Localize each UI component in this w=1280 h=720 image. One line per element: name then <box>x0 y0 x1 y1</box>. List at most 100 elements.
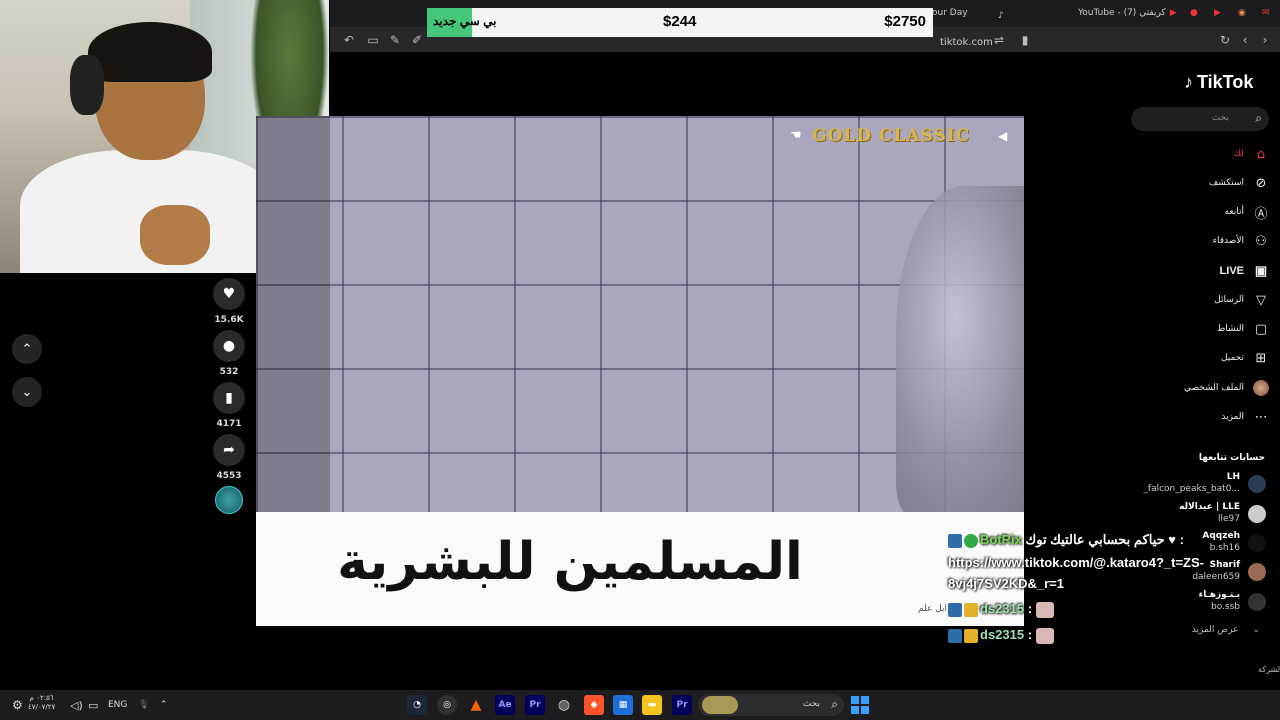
see-more-button[interactable]: عرض المزيد ⌄ <box>1192 625 1260 635</box>
nav-live[interactable]: LIVE ▣ <box>1130 260 1270 282</box>
tab-youtube[interactable]: YouTube - (7) كريفتي ▶ <box>1078 4 1177 22</box>
pr-label: Pr <box>676 700 688 710</box>
url-text[interactable]: tiktok.com <box>940 33 993 51</box>
nav-activity[interactable]: النشاط ▢ <box>1130 318 1270 340</box>
following-item[interactable]: بـتـوزهـاء bo.ssb <box>1136 589 1266 617</box>
premiere2-app[interactable]: Pr <box>672 695 692 715</box>
mod-badge-icon <box>948 628 962 643</box>
chrome-app[interactable]: ◍ <box>554 695 574 715</box>
follow-handle: _falcon_peaks_bat0... <box>1143 484 1240 494</box>
tab-label: our Day <box>932 8 968 18</box>
profile-avatar <box>1252 379 1270 397</box>
steam-app[interactable]: ◔ <box>407 695 427 715</box>
search-highlight-art <box>702 696 738 714</box>
volume-tray-icon[interactable]: ◁) <box>70 696 83 714</box>
nav-following[interactable]: أتابعه Ⓐ <box>1130 201 1270 223</box>
brave-tab-icon[interactable]: ◉ <box>1238 4 1246 22</box>
chat-message: ds2315 : <box>948 627 1055 644</box>
chat-message: 8vj4j7SV2KD&_r=1 <box>948 576 1064 591</box>
tiktok-note-icon: ♪ <box>1184 72 1193 92</box>
chat-text: 8vj4j7SV2KD&_r=1 <box>948 576 1064 591</box>
reload-icon[interactable]: ↻ <box>1218 33 1232 47</box>
chevron-down-icon: ⌄ <box>1252 625 1260 635</box>
footer-company[interactable]: الشركة <box>1258 665 1280 674</box>
youtube-tab-icon[interactable]: ▶ <box>1214 4 1221 22</box>
video-player[interactable]: GOLD CLASSIC ☚ ◀ المسلمين للبشرية ابل عل… <box>256 116 1024 626</box>
explorer-app[interactable]: ▬ <box>642 695 662 715</box>
friends-icon: ⚇ <box>1255 233 1267 249</box>
nav-label: استكشف <box>1208 178 1244 188</box>
nav-explore[interactable]: استكشف ⊘ <box>1130 172 1270 194</box>
vlc-app[interactable]: ▲ <box>466 695 486 715</box>
follow-name: Sharif <box>1209 560 1240 570</box>
share-count: 4553 <box>216 471 242 481</box>
screen-icon[interactable]: ▭ <box>366 33 380 47</box>
follow-handle: bo.ssb <box>1210 602 1240 612</box>
nav-label: النشاط <box>1216 324 1244 334</box>
creator-avatar[interactable] <box>215 486 243 514</box>
live-icon: ▣ <box>1254 263 1268 278</box>
site-settings-icon[interactable]: ⇌ <box>992 33 1006 47</box>
video-caption: المسلمين للبشرية <box>337 532 803 592</box>
nav-profile[interactable]: الملف الشخصي <box>1130 377 1270 399</box>
search-placeholder: بحث <box>1211 113 1229 123</box>
pen-icon[interactable]: ✎ <box>388 33 402 47</box>
avatar <box>1248 534 1266 552</box>
volume-icon[interactable]: ◀ <box>998 129 1012 143</box>
bookmark-action[interactable]: ▮ 4171 <box>213 382 245 429</box>
obs-app[interactable]: ◎ <box>437 695 457 715</box>
tab-our-day[interactable]: our Day <box>932 4 968 22</box>
tiktok-logo[interactable]: ♪ TikTok <box>1184 72 1253 93</box>
chat-text: https://www.tiktok.com/@.kataro4?_t=ZS- <box>948 555 1204 570</box>
tray-overflow-icon[interactable]: ⌃ <box>160 696 168 714</box>
nav-friends[interactable]: الأصدقاء ⚇ <box>1130 230 1270 252</box>
video-brand: GOLD CLASSIC <box>812 126 971 146</box>
mic-tray-icon[interactable]: 🎙 <box>138 696 149 714</box>
share-action[interactable]: ➦ 4553 <box>213 434 245 481</box>
avatar <box>1248 563 1266 581</box>
bookmark-page-icon[interactable]: ▮ <box>1018 33 1032 47</box>
clock[interactable]: ٠٢:٥٦ م ٤٧/٠٧/٢٧ <box>28 694 55 712</box>
chat-message: BotRix حياكم بحسابي عالتيك توك ♥ : <box>948 532 1184 548</box>
premiere-app[interactable]: Pr <box>525 695 545 715</box>
follow-name: عبدالاله | LLE <box>1179 502 1240 512</box>
obs-icon: ◎ <box>443 700 451 710</box>
comment-icon[interactable]: ● <box>213 330 245 362</box>
share-icon[interactable]: ➦ <box>213 434 245 466</box>
network-tray-icon[interactable]: ▭ <box>88 696 98 714</box>
brave-app[interactable]: ◆ <box>584 695 604 715</box>
settings-tray-icon[interactable]: ⚙ <box>12 696 23 714</box>
follow-name: بـتـوزهـاء <box>1198 590 1240 600</box>
search-input[interactable]: بحث ⌕ <box>1131 107 1269 131</box>
bookmark-icon[interactable]: ▮ <box>213 382 245 414</box>
search-icon[interactable]: ⌕ <box>1255 111 1262 126</box>
language-indicator[interactable]: ENG <box>108 696 127 714</box>
after-effects-app[interactable]: Ae <box>495 695 515 715</box>
comment-action[interactable]: ● 532 <box>213 330 245 377</box>
chevron-up-icon: ⌃ <box>21 341 33 357</box>
forward-icon[interactable]: › <box>1258 33 1272 47</box>
pinned-tab-icon[interactable]: ● <box>1190 4 1198 22</box>
nav-upload[interactable]: تحميل ⊞ <box>1130 347 1270 369</box>
nav-messages[interactable]: الرسائل ▽ <box>1130 289 1270 311</box>
next-video-button[interactable]: ⌄ <box>12 377 42 407</box>
gmail-tab-icon[interactable]: ✉ <box>1262 4 1270 22</box>
back-icon[interactable]: ‹ <box>1238 33 1252 47</box>
like-action[interactable]: ♥ 15.6K <box>213 278 245 325</box>
nav-label: الملف الشخصي <box>1184 383 1244 393</box>
vlc-icon: ▲ <box>470 697 482 713</box>
nav-for-you[interactable]: لك ⌂ <box>1130 143 1270 165</box>
draw-icon[interactable]: ✐ <box>410 33 424 47</box>
clock-date: ٤٧/٠٧/٢٧ <box>28 703 56 711</box>
undo-icon[interactable]: ↶ <box>342 33 356 47</box>
following-item[interactable]: LH _falcon_peaks_bat0... <box>1136 471 1266 499</box>
previous-video-button[interactable]: ⌃ <box>12 334 42 364</box>
store-icon: ▦ <box>618 700 628 710</box>
store-app[interactable]: ▦ <box>613 695 633 715</box>
heart-icon[interactable]: ♥ <box>213 278 245 310</box>
taskbar-search[interactable]: بحث ⌕ <box>698 694 844 716</box>
windows-start-icon[interactable] <box>851 696 869 714</box>
nav-more[interactable]: المزيد ⋯ <box>1130 406 1270 428</box>
tiktok-tab-icon[interactable]: ♪ <box>998 7 1004 25</box>
following-item[interactable]: عبدالاله | LLE lle97 <box>1136 501 1266 529</box>
